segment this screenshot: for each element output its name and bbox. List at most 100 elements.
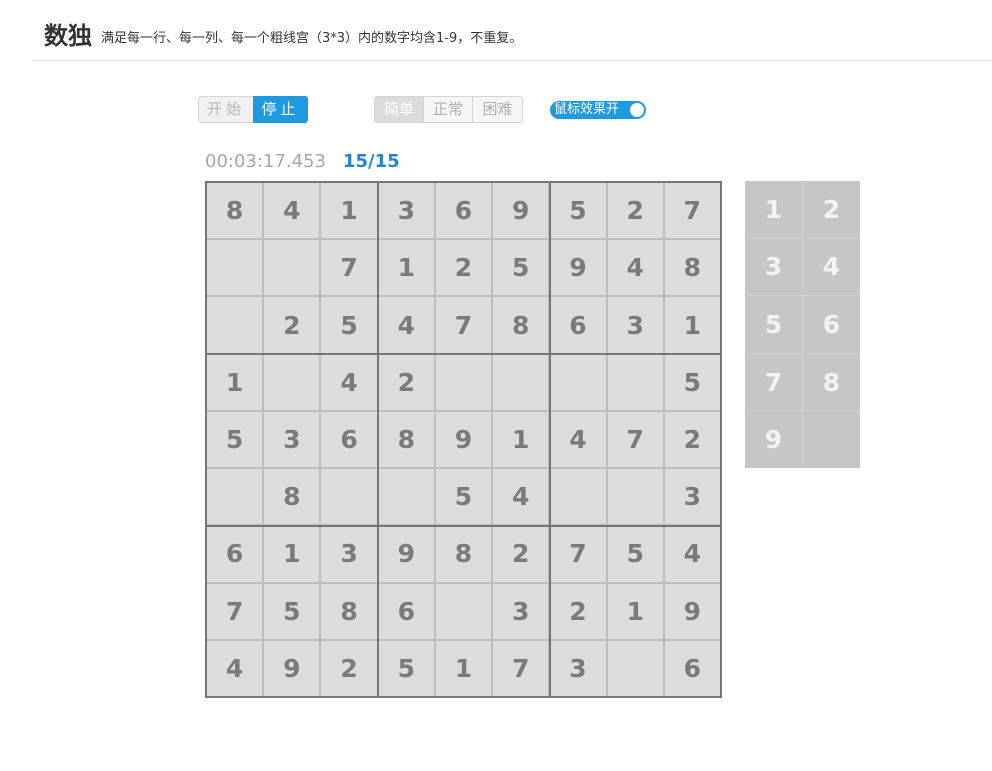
board-cell-r3-c8[interactable]: 3 [607, 297, 663, 353]
board-cell-r8-c9[interactable]: 9 [664, 583, 720, 639]
board-cell-r2-c7[interactable]: 9 [550, 240, 606, 296]
board-cell-r4-c7[interactable] [550, 354, 606, 410]
board-cell-r3-c6[interactable]: 8 [493, 297, 549, 353]
board-cell-r9-c9[interactable]: 6 [664, 640, 720, 696]
board-cell-r2-c2[interactable] [264, 240, 320, 296]
board-cell-r9-c4[interactable]: 5 [378, 640, 434, 696]
board-cell-r1-c6[interactable]: 9 [493, 183, 549, 239]
keypad-key-2[interactable]: 2 [803, 181, 860, 238]
keypad-key-5[interactable]: 5 [745, 296, 802, 353]
board-cell-r8-c4[interactable]: 6 [378, 583, 434, 639]
board-cell-r2-c4[interactable]: 1 [378, 240, 434, 296]
board-cell-r4-c4[interactable]: 2 [378, 354, 434, 410]
board-cell-r3-c2[interactable]: 2 [264, 297, 320, 353]
board-cell-r7-c3[interactable]: 3 [321, 526, 377, 582]
board-cell-r6-c5[interactable]: 5 [435, 469, 492, 525]
keypad-key-6[interactable]: 6 [803, 296, 860, 353]
board-cell-r2-c8[interactable]: 4 [607, 240, 663, 296]
toggle-knob [630, 103, 644, 117]
board-cell-r8-c8[interactable]: 1 [607, 583, 663, 639]
difficulty-easy-button[interactable]: 简单 [374, 96, 424, 123]
board-cell-r9-c6[interactable]: 7 [493, 640, 549, 696]
board-cell-r4-c6[interactable] [493, 354, 549, 410]
board-cell-r9-c5[interactable]: 1 [435, 640, 492, 696]
board-cell-r3-c9[interactable]: 1 [664, 297, 720, 353]
start-button[interactable]: 开始 [198, 96, 254, 123]
difficulty-hard-button[interactable]: 困难 [472, 96, 523, 123]
board-cell-r3-c1[interactable] [207, 297, 263, 353]
keypad-key-8[interactable]: 8 [803, 353, 860, 411]
board-cell-r4-c2[interactable] [264, 354, 320, 410]
board-cell-r4-c3[interactable]: 4 [321, 354, 377, 410]
stop-button[interactable]: 停止 [253, 96, 308, 123]
board-cell-r4-c8[interactable] [607, 354, 663, 410]
board-cell-r1-c1[interactable]: 8 [207, 183, 263, 239]
board-cell-r1-c8[interactable]: 2 [607, 183, 663, 239]
board-cell-r3-c4[interactable]: 4 [378, 297, 434, 353]
board-cell-r9-c8[interactable] [607, 640, 663, 696]
board-cell-r9-c1[interactable]: 4 [207, 640, 263, 696]
keypad-key-9[interactable]: 9 [745, 411, 802, 468]
board-cell-r6-c7[interactable] [550, 469, 606, 525]
board-cell-r6-c6[interactable]: 4 [493, 469, 549, 525]
board-cell-r5-c8[interactable]: 7 [607, 411, 663, 468]
board-cell-r1-c5[interactable]: 6 [435, 183, 492, 239]
board-cell-r8-c2[interactable]: 5 [264, 583, 320, 639]
board-cell-r1-c3[interactable]: 1 [321, 183, 377, 239]
box-divider [377, 183, 379, 696]
keypad-key-1[interactable]: 1 [745, 181, 802, 238]
board-cell-r1-c9[interactable]: 7 [664, 183, 720, 239]
board-cell-r9-c7[interactable]: 3 [550, 640, 606, 696]
board-cell-r5-c9[interactable]: 2 [664, 411, 720, 468]
board-cell-r7-c8[interactable]: 5 [607, 526, 663, 582]
board-cell-r6-c8[interactable] [607, 469, 663, 525]
board-cell-r8-c7[interactable]: 2 [550, 583, 606, 639]
mouse-effect-toggle[interactable]: 鼠标效果开 [550, 101, 646, 119]
board-cell-r4-c5[interactable] [435, 354, 492, 410]
board-cell-r5-c3[interactable]: 6 [321, 411, 377, 468]
board-cell-r9-c3[interactable]: 2 [321, 640, 377, 696]
board-cell-r7-c2[interactable]: 1 [264, 526, 320, 582]
keypad-key-3[interactable]: 3 [745, 238, 802, 296]
board-cell-r4-c1[interactable]: 1 [207, 354, 263, 410]
board-cell-r8-c3[interactable]: 8 [321, 583, 377, 639]
board-cell-r6-c2[interactable]: 8 [264, 469, 320, 525]
board-cell-r2-c3[interactable]: 7 [321, 240, 377, 296]
board-cell-r6-c3[interactable] [321, 469, 377, 525]
board-cell-r5-c2[interactable]: 3 [264, 411, 320, 468]
board-cell-r2-c5[interactable]: 2 [435, 240, 492, 296]
board-cell-r6-c1[interactable] [207, 469, 263, 525]
board-cell-r1-c2[interactable]: 4 [264, 183, 320, 239]
board-cell-r5-c4[interactable]: 8 [378, 411, 434, 468]
board-cell-r7-c4[interactable]: 9 [378, 526, 434, 582]
board-cell-r9-c2[interactable]: 9 [264, 640, 320, 696]
board-cell-r5-c7[interactable]: 4 [550, 411, 606, 468]
board-cell-r7-c9[interactable]: 4 [664, 526, 720, 582]
board-cell-r3-c3[interactable]: 5 [321, 297, 377, 353]
board-cell-r7-c6[interactable]: 2 [493, 526, 549, 582]
page-header: 数独 满足每一行、每一列、每一个粗线宫（3*3）内的数字均含1-9，不重复。 [32, 0, 992, 61]
board-cell-r7-c5[interactable]: 8 [435, 526, 492, 582]
board-cell-r2-c6[interactable]: 5 [493, 240, 549, 296]
board-cell-r6-c9[interactable]: 3 [664, 469, 720, 525]
board-cell-r3-c7[interactable]: 6 [550, 297, 606, 353]
keypad-key-7[interactable]: 7 [745, 353, 802, 411]
board-cell-r2-c9[interactable]: 8 [664, 240, 720, 296]
board-cell-r3-c5[interactable]: 7 [435, 297, 492, 353]
board-cell-r4-c9[interactable]: 5 [664, 354, 720, 410]
board-cell-r2-c1[interactable] [207, 240, 263, 296]
board-cell-r1-c7[interactable]: 5 [550, 183, 606, 239]
board-cell-r5-c5[interactable]: 9 [435, 411, 492, 468]
board-cell-r1-c4[interactable]: 3 [378, 183, 434, 239]
board-cell-r7-c1[interactable]: 6 [207, 526, 263, 582]
box-divider [207, 353, 720, 355]
difficulty-normal-button[interactable]: 正常 [423, 96, 473, 123]
board-cell-r8-c1[interactable]: 7 [207, 583, 263, 639]
board-cell-r6-c4[interactable] [378, 469, 434, 525]
board-cell-r8-c6[interactable]: 3 [493, 583, 549, 639]
board-cell-r5-c1[interactable]: 5 [207, 411, 263, 468]
board-cell-r5-c6[interactable]: 1 [493, 411, 549, 468]
board-cell-r7-c7[interactable]: 7 [550, 526, 606, 582]
board-cell-r8-c5[interactable] [435, 583, 492, 639]
keypad-key-4[interactable]: 4 [803, 238, 860, 296]
